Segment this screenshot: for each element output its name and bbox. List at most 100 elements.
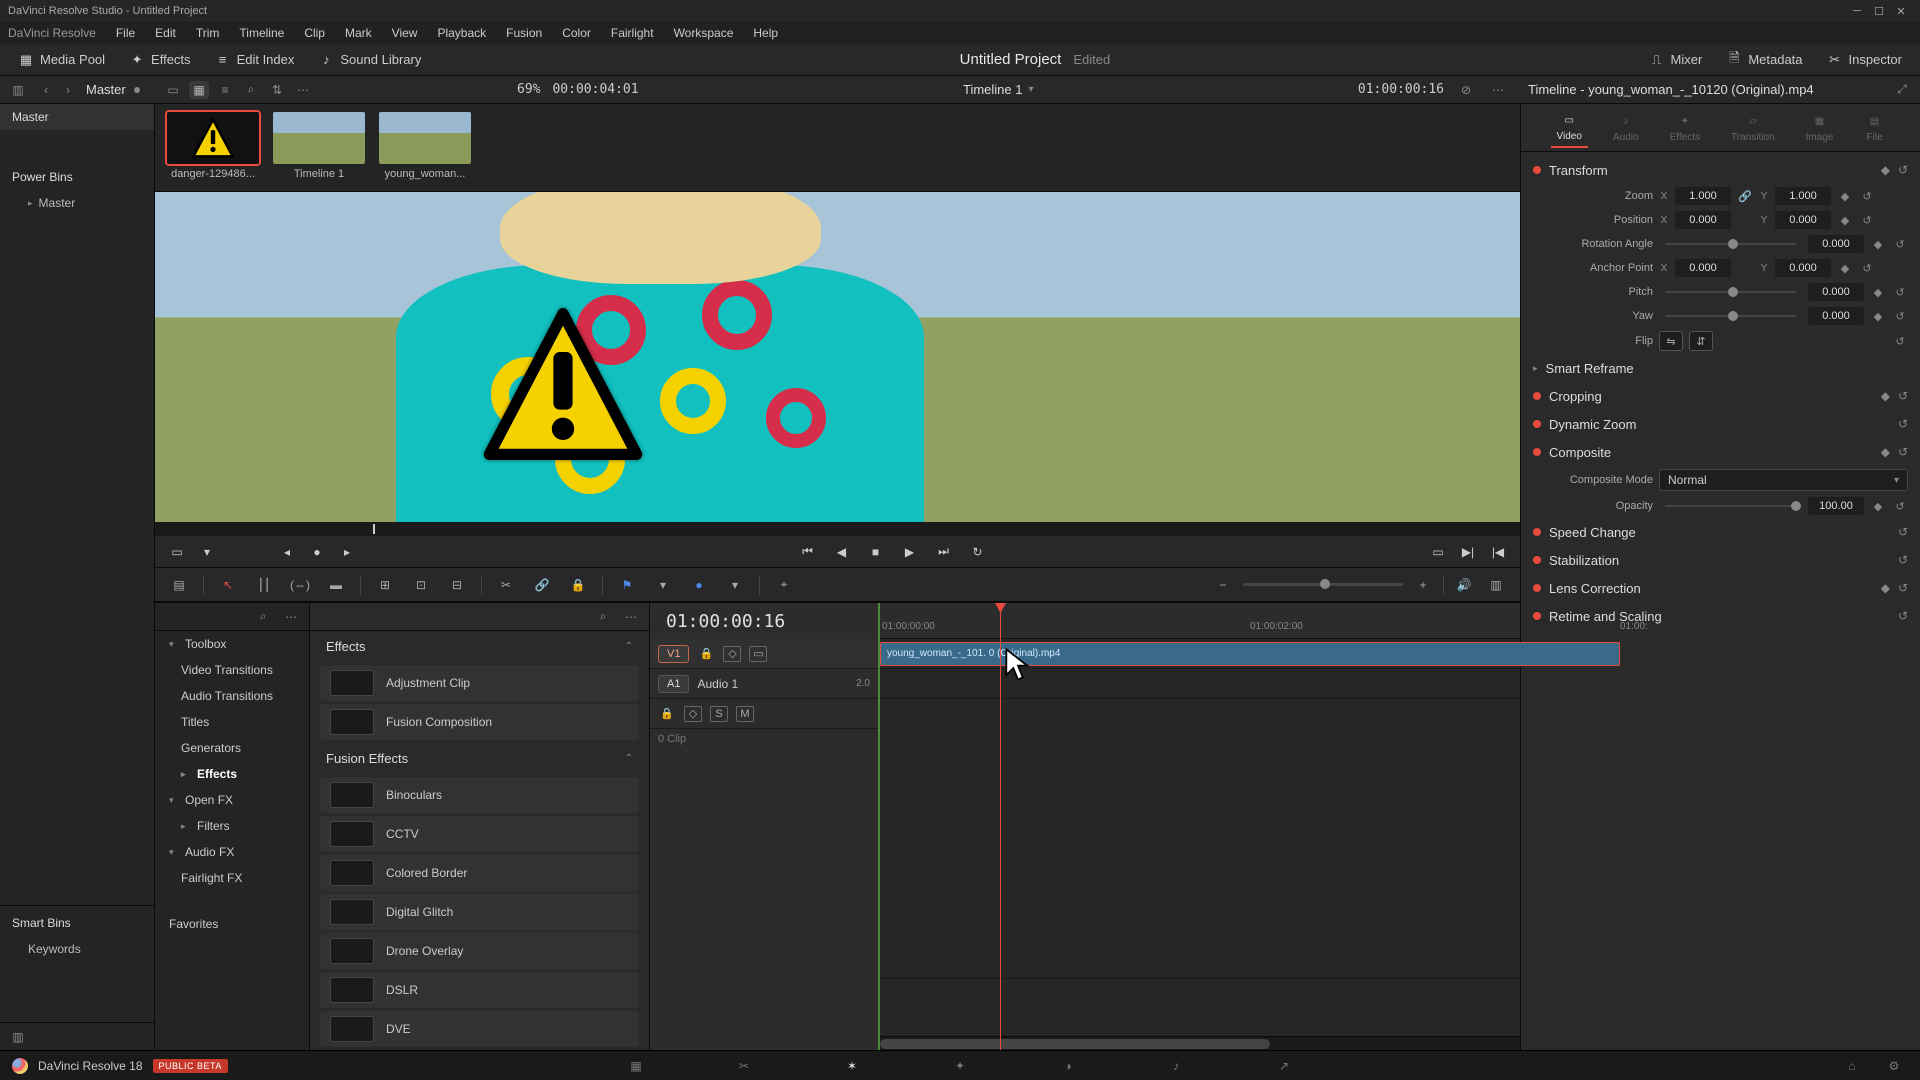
fx-toolbox[interactable]: ▾Toolbox: [155, 631, 309, 657]
fx-favorites[interactable]: Favorites: [155, 911, 309, 937]
page-edit[interactable]: ✶: [838, 1055, 866, 1077]
blade-tool[interactable]: ▬: [324, 573, 348, 597]
auto-select-button[interactable]: ◇: [684, 706, 702, 722]
fx-entry[interactable]: Drone Overlay: [320, 933, 639, 969]
keyframe-icon[interactable]: ◆: [1870, 284, 1886, 300]
reset-icon[interactable]: ↺: [1892, 308, 1908, 324]
menu-edit[interactable]: Edit: [145, 26, 186, 40]
anchor-y-field[interactable]: [1775, 259, 1831, 277]
power-bin-master[interactable]: Master: [0, 190, 154, 216]
bin-view-button[interactable]: ▥: [8, 1028, 28, 1046]
trim-tool[interactable]: ⎮⎮: [252, 573, 276, 597]
fx-entry[interactable]: Adjustment Clip: [320, 665, 639, 701]
fx-entry[interactable]: DVE: [320, 1011, 639, 1047]
snap-button[interactable]: ⌖: [772, 573, 796, 597]
fx-effects[interactable]: ▸Effects: [155, 761, 309, 787]
zoom-in-button[interactable]: +: [1411, 573, 1435, 597]
keyframe-icon[interactable]: ◆: [1881, 389, 1890, 403]
home-button[interactable]: ⌂: [1838, 1055, 1866, 1077]
window-close-button[interactable]: ✕: [1890, 2, 1912, 20]
step-back-button[interactable]: ◀: [832, 542, 852, 562]
track-head-v1[interactable]: V1 🔒 ◇ ▭: [650, 639, 878, 669]
fx-video-transitions[interactable]: Video Transitions: [155, 657, 309, 683]
sound-library-toggle[interactable]: ♪Sound Library: [308, 48, 431, 72]
track-badge-a1[interactable]: A1: [658, 675, 689, 693]
match-frame-button[interactable]: ◂: [277, 542, 297, 562]
power-bins-header[interactable]: Power Bins: [0, 160, 154, 190]
reset-icon[interactable]: ↺: [1898, 389, 1908, 403]
inspector-tab-transition[interactable]: ▱Transition: [1725, 108, 1781, 147]
menu-file[interactable]: File: [106, 26, 145, 40]
reset-icon[interactable]: ↺: [1859, 188, 1875, 204]
menu-color[interactable]: Color: [552, 26, 601, 40]
stop-button[interactable]: ■: [866, 542, 886, 562]
section-dynamic-zoom[interactable]: Dynamic Zoom↺: [1521, 410, 1920, 438]
track-enable-button[interactable]: ▭: [749, 646, 767, 662]
reset-icon[interactable]: ↺: [1898, 163, 1908, 177]
match-frame-fwd-button[interactable]: ▸: [337, 542, 357, 562]
yaw-field[interactable]: [1808, 307, 1864, 325]
keyframe-icon[interactable]: ◆: [1837, 212, 1853, 228]
anchor-x-field[interactable]: [1675, 259, 1731, 277]
blade-edit-button[interactable]: ✂: [494, 573, 518, 597]
reset-icon[interactable]: ↺: [1898, 445, 1908, 459]
inspector-expand-button[interactable]: ⤢: [1892, 81, 1912, 99]
rotation-field[interactable]: [1808, 235, 1864, 253]
timeline-view-button[interactable]: ▤: [167, 573, 191, 597]
view-list-button[interactable]: ≡: [215, 81, 235, 99]
fx-entry[interactable]: CCTV: [320, 816, 639, 852]
reset-icon[interactable]: ↺: [1859, 260, 1875, 276]
reset-icon[interactable]: ↺: [1859, 212, 1875, 228]
timeline-ruler[interactable]: 01:00:00:00 01:00:02:00 01:00:: [880, 603, 1520, 639]
section-retime[interactable]: Retime and Scaling↺: [1521, 602, 1920, 630]
monitor-button[interactable]: ▥: [1484, 573, 1508, 597]
window-minimize-button[interactable]: ─: [1846, 2, 1868, 20]
single-viewer-button[interactable]: ▭: [1428, 542, 1448, 562]
track-empty[interactable]: [880, 699, 1520, 979]
menu-clip[interactable]: Clip: [294, 26, 335, 40]
effects-toggle[interactable]: ✦Effects: [119, 48, 201, 72]
composite-mode-select[interactable]: Normal▾: [1659, 469, 1908, 491]
search-button[interactable]: ⌕: [241, 81, 261, 99]
reset-icon[interactable]: ↺: [1892, 236, 1908, 252]
keyframe-icon[interactable]: ◆: [1870, 498, 1886, 514]
menu-mark[interactable]: Mark: [335, 26, 382, 40]
zoom-x-field[interactable]: [1675, 187, 1731, 205]
fx-group-fusion[interactable]: Fusion Effects⌃: [310, 743, 649, 774]
pitch-field[interactable]: [1808, 283, 1864, 301]
timeline-tracks[interactable]: 01:00:00:00 01:00:02:00 01:00: young_wom…: [880, 603, 1520, 1050]
page-color[interactable]: ◑: [1054, 1055, 1082, 1077]
flag-button[interactable]: ⚑: [615, 573, 639, 597]
keyframe-icon[interactable]: ◆: [1870, 308, 1886, 324]
reset-icon[interactable]: ↺: [1898, 553, 1908, 567]
keyframe-icon[interactable]: ◆: [1870, 236, 1886, 252]
reset-icon[interactable]: ↺: [1898, 581, 1908, 595]
metadata-toggle[interactable]: 🗎Metadata: [1716, 48, 1812, 72]
fx-generators[interactable]: Generators: [155, 735, 309, 761]
zoom-y-field[interactable]: [1775, 187, 1831, 205]
project-settings-button[interactable]: ⚙: [1880, 1055, 1908, 1077]
section-transform[interactable]: Transform◆↺: [1521, 156, 1920, 184]
nav-back-button[interactable]: ‹: [36, 81, 56, 99]
clip-thumb[interactable]: Timeline 1: [273, 112, 365, 183]
menu-trim[interactable]: Trim: [186, 26, 230, 40]
replace-button[interactable]: ⊟: [445, 573, 469, 597]
menu-workspace[interactable]: Workspace: [664, 26, 744, 40]
viewer-options-button[interactable]: ⋯: [1488, 81, 1508, 99]
window-maximize-button[interactable]: ☐: [1868, 2, 1890, 20]
viewer-mode-button[interactable]: ▭: [167, 542, 187, 562]
fxlist-options-button[interactable]: ⋯: [621, 608, 641, 626]
edit-index-toggle[interactable]: ≡Edit Index: [205, 48, 305, 72]
nav-fwd-button[interactable]: ›: [58, 81, 78, 99]
clip-thumb[interactable]: danger-129486...: [167, 112, 259, 183]
section-composite[interactable]: Composite◆↺: [1521, 438, 1920, 466]
flag-menu[interactable]: ▾: [651, 573, 675, 597]
overwrite-button[interactable]: ⊡: [409, 573, 433, 597]
solo-button[interactable]: S: [710, 706, 728, 722]
loop-button[interactable]: ↻: [968, 542, 988, 562]
track-head-a1[interactable]: A1 Audio 1 2.0: [650, 669, 878, 699]
fx-entry[interactable]: Colored Border: [320, 855, 639, 891]
timeline-timecode[interactable]: 01:00:00:16: [650, 603, 878, 639]
link-icon[interactable]: 🔗: [1737, 188, 1753, 204]
flip-v-button[interactable]: ⇵: [1689, 331, 1713, 351]
